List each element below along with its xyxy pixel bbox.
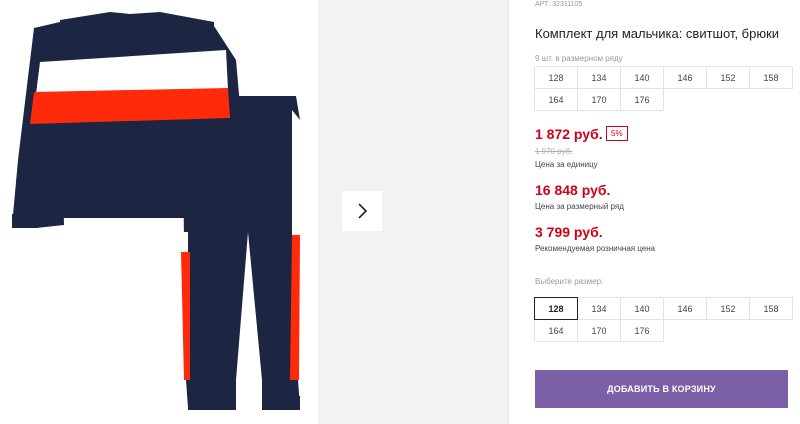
article-number: АРТ: 32311105 (535, 1, 583, 8)
size-row-cell: 170 (577, 88, 621, 111)
unit-price-caption: Цена за единицу (535, 160, 598, 169)
size-row-cell: 152 (706, 66, 750, 89)
size-option[interactable]: 146 (663, 297, 707, 320)
size-row-cell: 176 (620, 88, 664, 111)
size-option[interactable]: 164 (534, 319, 578, 342)
size-row-cell: 134 (577, 66, 621, 89)
size-row-cell: 158 (749, 66, 793, 89)
size-row-cell: 140 (620, 66, 664, 89)
product-title: Комплект для мальчика: свитшот, брюки (535, 26, 780, 41)
panel-divider (508, 0, 509, 424)
discount-badge: 5% (606, 126, 628, 141)
size-selector: 128 134 140 146 152 158 164 170 176 (534, 297, 793, 342)
size-row-cell: 128 (534, 66, 578, 89)
product-image (0, 0, 318, 424)
row-price: 16 848 руб. (535, 182, 611, 198)
size-option-selected[interactable]: 128 (534, 297, 578, 320)
size-row-grid: 128 134 140 146 152 158 164 170 176 (534, 66, 793, 111)
retail-price-caption: Рекомендуемая розничная цена (535, 244, 656, 253)
product-info: АРТ: 32311105 Комплект для мальчика: сви… (534, 0, 793, 424)
retail-price: 3 799 руб. (535, 224, 603, 240)
size-row-note: 9 шт. в размерном ряду (535, 54, 623, 63)
next-image-button[interactable] (342, 191, 382, 231)
size-option[interactable]: 140 (620, 297, 664, 320)
size-option[interactable]: 158 (749, 297, 793, 320)
sweatshirt (12, 12, 250, 228)
size-option[interactable]: 152 (706, 297, 750, 320)
size-option[interactable]: 134 (577, 297, 621, 320)
size-row-cell: 146 (663, 66, 707, 89)
tracksuit-illustration (12, 12, 300, 410)
row-price-caption: Цена за размерный ряд (535, 202, 624, 211)
add-to-cart-button[interactable]: ДОБАВИТЬ В КОРЗИНУ (535, 370, 788, 408)
chevron-right-icon (358, 203, 368, 219)
old-price: 1 970 руб. (535, 147, 573, 156)
choose-size-label: Выберите размер: (535, 277, 604, 286)
unit-price: 1 872 руб. (535, 126, 603, 142)
size-option[interactable]: 176 (620, 319, 664, 342)
size-row-cell: 164 (534, 88, 578, 111)
size-option[interactable]: 170 (577, 319, 621, 342)
